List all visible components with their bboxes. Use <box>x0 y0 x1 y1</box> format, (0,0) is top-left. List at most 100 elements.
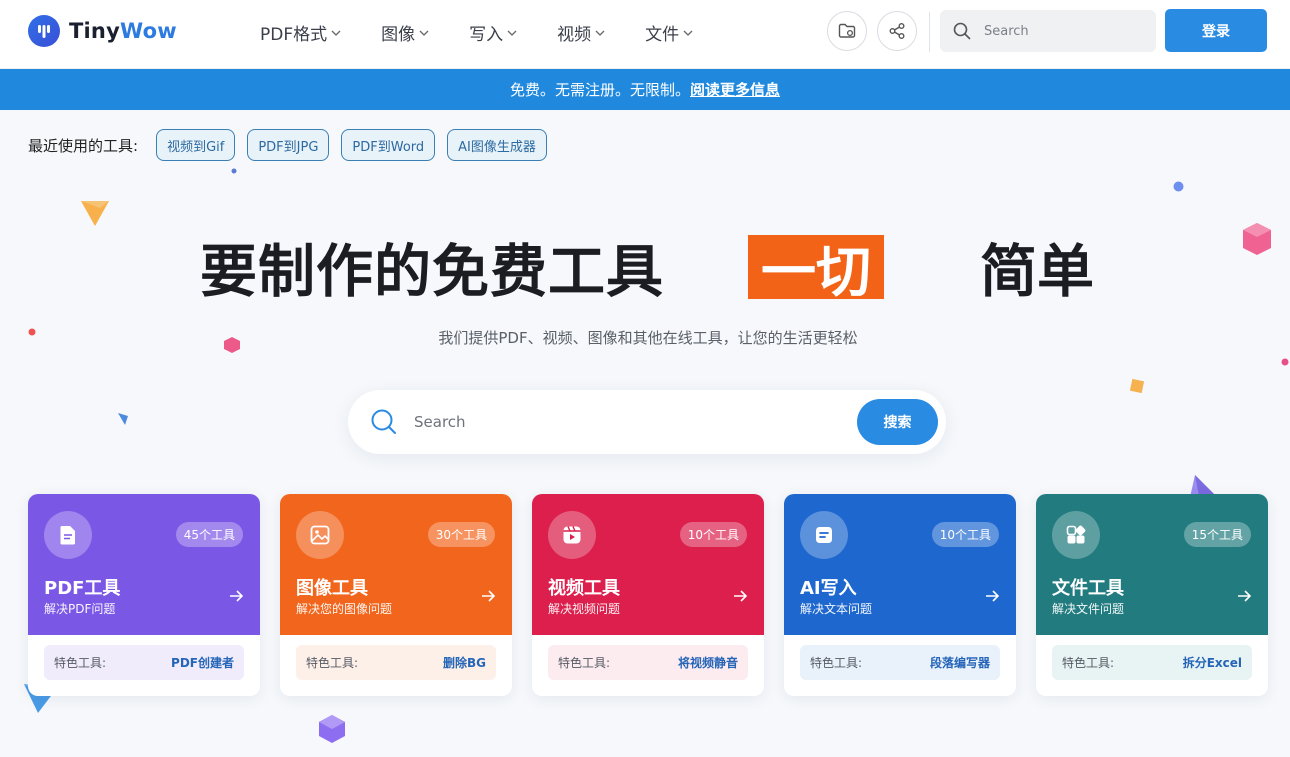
search-button[interactable]: 搜索 <box>857 399 938 445</box>
chevron-down-icon <box>595 30 605 36</box>
share-button[interactable] <box>877 11 917 51</box>
triangle-decoration-icon <box>118 413 128 425</box>
pdf-icon <box>44 511 92 559</box>
featured-tool-label: 特色工具: <box>1062 656 1115 670</box>
card-title: 图像工具 <box>296 578 368 599</box>
tool-count-badge: 10个工具 <box>931 522 999 547</box>
my-files-button[interactable] <box>827 11 867 51</box>
featured-tool-link[interactable]: PDF创建者 <box>171 654 234 671</box>
chevron-down-icon <box>331 30 341 36</box>
logo-text: TinyWow <box>69 19 177 43</box>
category-card-file[interactable]: 15个工具 文件工具 解决文件问题 特色工具: 拆分Excel <box>1036 494 1268 696</box>
nav-label: 文件 <box>645 25 680 45</box>
chevron-down-icon <box>507 30 517 36</box>
card-header: 10个工具 视频工具 解决视频问题 <box>532 494 764 635</box>
main-search-input[interactable] <box>414 413 834 431</box>
nav-label: 视频 <box>557 25 592 45</box>
triangle-decoration-icon <box>81 201 109 226</box>
featured-tool-row[interactable]: 特色工具: PDF创建者 <box>44 645 244 680</box>
recent-tool-chip[interactable]: 视频到Gif <box>156 129 236 161</box>
document-text-icon <box>800 511 848 559</box>
featured-tool-link[interactable]: 删除BG <box>443 654 486 671</box>
banner-read-more-link[interactable]: 阅读更多信息 <box>690 79 780 100</box>
main-search-bar[interactable]: 搜索 <box>348 390 946 454</box>
nav-label: 图像 <box>381 25 416 45</box>
category-card-pdf[interactable]: 45个工具 PDF工具 解决PDF问题 特色工具: PDF创建者 <box>28 494 260 696</box>
featured-tool-link[interactable]: 将视频静音 <box>678 654 738 671</box>
nav-item-pdf[interactable]: PDF格式 <box>260 20 341 45</box>
card-title: 文件工具 <box>1052 578 1124 599</box>
square-decoration-icon <box>1130 379 1144 393</box>
apps-grid-icon <box>1052 511 1100 559</box>
category-card-image[interactable]: 30个工具 图像工具 解决您的图像问题 特色工具: 删除BG <box>280 494 512 696</box>
share-icon <box>889 23 905 39</box>
card-description: 解决您的图像问题 <box>296 602 393 616</box>
nav-item-video[interactable]: 视频 <box>557 20 605 45</box>
featured-tool-row[interactable]: 特色工具: 删除BG <box>296 645 496 680</box>
featured-tool-row[interactable]: 特色工具: 将视频静音 <box>548 645 748 680</box>
category-card-ai-write[interactable]: 10个工具 AI写入 解决文本问题 特色工具: 段落编写器 <box>784 494 1016 696</box>
header-search[interactable] <box>940 10 1156 52</box>
nav-label: 写入 <box>469 25 504 45</box>
search-icon <box>953 22 971 40</box>
category-card-video[interactable]: 10个工具 视频工具 解决视频问题 特色工具: 将视频静音 <box>532 494 764 696</box>
card-description: 解决视频问题 <box>548 602 621 616</box>
card-header: 15个工具 文件工具 解决文件问题 <box>1036 494 1268 635</box>
tool-count-badge: 30个工具 <box>427 522 495 547</box>
card-header: 45个工具 PDF工具 解决PDF问题 <box>28 494 260 635</box>
dot-decoration-icon <box>1173 181 1184 192</box>
search-icon <box>371 409 396 434</box>
card-header: 30个工具 图像工具 解决您的图像问题 <box>280 494 512 635</box>
card-title: PDF工具 <box>44 578 121 599</box>
promo-banner: 免费。无需注册。无限制。 阅读更多信息 <box>0 69 1290 110</box>
featured-tool-label: 特色工具: <box>558 656 611 670</box>
featured-tool-row[interactable]: 特色工具: 段落编写器 <box>800 645 1000 680</box>
logo-icon <box>28 15 60 47</box>
tool-count-badge: 45个工具 <box>175 522 243 547</box>
chevron-down-icon <box>683 30 693 36</box>
hero-title-end: 简单 <box>980 239 1094 305</box>
recent-tool-chip[interactable]: PDF到JPG <box>247 129 330 161</box>
tool-count-badge: 15个工具 <box>1183 522 1251 547</box>
cube-decoration-icon <box>1243 223 1271 255</box>
main-nav: PDF格式 图像 写入 视频 文件 <box>260 20 733 45</box>
featured-tool-label: 特色工具: <box>54 656 107 670</box>
arrow-right-icon <box>734 590 748 602</box>
cube-decoration-icon <box>319 715 345 743</box>
logo[interactable]: TinyWow <box>28 15 177 47</box>
hero-subtitle: 我们提供PDF、视频、图像和其他在线工具，让您的生活更轻松 <box>438 329 858 347</box>
card-title: 视频工具 <box>548 578 620 599</box>
video-icon <box>548 511 596 559</box>
featured-tool-link[interactable]: 拆分Excel <box>1183 654 1242 671</box>
dot-decoration-icon <box>231 168 237 174</box>
featured-tool-label: 特色工具: <box>306 656 359 670</box>
nav-item-file[interactable]: 文件 <box>645 20 693 45</box>
folder-icon <box>838 23 856 38</box>
featured-tool-link[interactable]: 段落编写器 <box>930 654 990 671</box>
header-divider <box>929 12 930 52</box>
hero-title: 要制作的免费工具 <box>200 239 664 305</box>
login-button[interactable]: 登录 <box>1165 9 1267 52</box>
arrow-right-icon <box>986 590 1000 602</box>
arrow-right-icon <box>1238 590 1252 602</box>
hero-highlight-word: 一切 <box>748 235 884 304</box>
image-icon <box>296 511 344 559</box>
card-header: 10个工具 AI写入 解决文本问题 <box>784 494 1016 635</box>
recent-tool-chip[interactable]: PDF到Word <box>341 129 436 161</box>
recent-tool-chip[interactable]: AI图像生成器 <box>447 129 547 161</box>
nav-item-image[interactable]: 图像 <box>381 20 429 45</box>
featured-tool-label: 特色工具: <box>810 656 863 670</box>
banner-text: 免费。无需注册。无限制。 <box>509 81 690 99</box>
featured-tool-row[interactable]: 特色工具: 拆分Excel <box>1052 645 1252 680</box>
tool-count-badge: 10个工具 <box>679 522 747 547</box>
recent-tools-label: 最近使用的工具: <box>28 136 139 155</box>
card-description: 解决文件问题 <box>1052 602 1125 616</box>
header-search-input[interactable] <box>984 23 1144 39</box>
nav-label: PDF格式 <box>260 25 328 45</box>
card-title: AI写入 <box>800 578 857 599</box>
arrow-right-icon <box>230 590 244 602</box>
nav-item-write[interactable]: 写入 <box>469 20 517 45</box>
dot-decoration-icon <box>1281 358 1289 366</box>
card-description: 解决文本问题 <box>800 602 873 616</box>
card-description: 解决PDF问题 <box>44 602 116 616</box>
